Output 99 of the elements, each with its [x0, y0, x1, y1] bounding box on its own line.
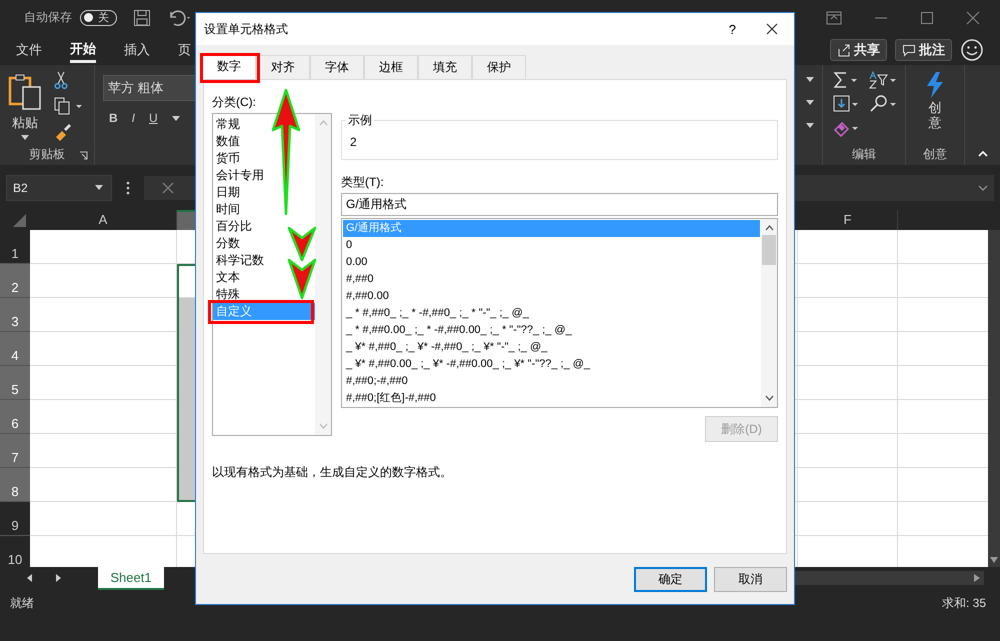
type-item[interactable]: 0.00: [343, 254, 370, 271]
type-item[interactable]: #,##0;-#,##0: [343, 373, 410, 390]
caret-icon[interactable]: [806, 100, 814, 105]
ribbon-display-icon[interactable]: [826, 10, 842, 24]
cancel-button[interactable]: 取消: [714, 567, 787, 592]
cancel-icon[interactable]: [162, 182, 174, 194]
ribbon-tab[interactable]: 页: [178, 35, 191, 65]
sum-text: 求和: 35: [942, 594, 986, 612]
category-item[interactable]: 数值: [213, 133, 242, 150]
dialog-launcher-icon[interactable]: [79, 151, 88, 160]
save-icon[interactable]: [133, 8, 151, 26]
type-item[interactable]: 0: [343, 237, 354, 254]
ribbon-tab[interactable]: 插入: [124, 35, 150, 65]
type-label: 类型(T):: [341, 174, 385, 191]
caret-icon[interactable]: [806, 77, 814, 82]
dialog-tab[interactable]: 字体: [310, 55, 364, 79]
ok-button[interactable]: 确定: [634, 567, 707, 592]
paste-button[interactable]: 粘贴: [0, 65, 50, 143]
row-header[interactable]: 7: [0, 434, 30, 468]
caret-icon[interactable]: [172, 116, 180, 120]
type-item[interactable]: #,##0;[红色]-#,##0: [343, 390, 438, 407]
category-item[interactable]: 常规: [213, 116, 242, 133]
share-icon: [837, 43, 851, 57]
fill-icon[interactable]: [833, 95, 859, 113]
category-item[interactable]: 会计专用: [213, 167, 266, 184]
sample-label: 示例: [346, 112, 374, 129]
scissors-icon[interactable]: [54, 71, 68, 89]
caret-icon[interactable]: [806, 123, 814, 128]
help-button[interactable]: ?: [728, 22, 736, 36]
dialog-tab[interactable]: 边框: [364, 55, 418, 79]
category-item[interactable]: 分数: [213, 235, 242, 252]
eraser-icon[interactable]: [833, 119, 859, 137]
maximize-icon[interactable]: [920, 10, 934, 24]
sample-value: 2: [350, 135, 357, 149]
row-header[interactable]: 4: [0, 332, 30, 366]
row-header[interactable]: 8: [0, 468, 30, 502]
clipboard-icon: [8, 73, 42, 111]
name-box[interactable]: B2: [6, 174, 112, 200]
format-painter-icon[interactable]: [54, 123, 72, 141]
type-item[interactable]: _ * #,##0_ ;_ * -#,##0_ ;_ * "-"_ ;_ @_: [343, 305, 531, 322]
group-label: 创意: [923, 146, 947, 162]
row-header[interactable]: 3: [0, 298, 30, 332]
vertical-scrollbar[interactable]: [988, 230, 1000, 567]
next-sheet-icon[interactable]: [54, 574, 62, 582]
type-item[interactable]: #,##0.00: [343, 288, 391, 305]
previous-sheet-icon[interactable]: [26, 574, 34, 582]
row-header[interactable]: 6: [0, 400, 30, 434]
highlight-frame: [200, 53, 260, 83]
category-item[interactable]: 时间: [213, 201, 242, 218]
ideas-button[interactable]: 创意: [906, 65, 964, 143]
caret-icon: [21, 135, 29, 140]
smiley-icon[interactable]: [960, 38, 984, 62]
format-button[interactable]: I: [132, 111, 136, 125]
description-text: 以现有格式为基础，生成自定义的数字格式。: [212, 464, 453, 481]
sheet-tab[interactable]: Sheet1: [98, 566, 164, 590]
dialog-tab[interactable]: 保护: [472, 55, 526, 79]
type-item[interactable]: _ ¥* #,##0_ ;_ ¥* -#,##0_ ;_ ¥* "-"_ ;_ @_: [343, 339, 550, 356]
row-header[interactable]: 5: [0, 366, 30, 400]
expand-icon[interactable]: [978, 184, 988, 190]
type-item[interactable]: _ * #,##0.00_ ;_ * -#,##0.00_ ;_ * "-"??_ ;_ @_: [343, 322, 574, 339]
share-button[interactable]: 共享: [830, 39, 887, 61]
comment-button[interactable]: 批注: [895, 39, 952, 61]
group-label: 剪贴板: [29, 146, 65, 162]
row-header[interactable]: 2: [0, 264, 30, 298]
ribbon-tab[interactable]: 文件: [16, 35, 42, 65]
dialog-tab[interactable]: 对齐: [256, 55, 310, 79]
autosave-toggle[interactable]: 关: [80, 10, 117, 26]
more-icon[interactable]: [126, 180, 130, 194]
category-item[interactable]: 百分比: [213, 218, 254, 235]
category-item[interactable]: 货币: [213, 150, 242, 167]
lightning-icon: [924, 71, 946, 99]
format-button[interactable]: U: [149, 111, 158, 125]
dialog-title: 设置单元格格式: [204, 20, 289, 38]
scrollbar-thumb[interactable]: [762, 235, 776, 265]
close-icon[interactable]: [766, 23, 778, 35]
scroll-up-icon[interactable]: [764, 225, 774, 231]
category-item[interactable]: 日期: [213, 184, 242, 201]
status-text: 就绪: [10, 594, 34, 612]
collapse-icon[interactable]: [978, 151, 988, 157]
format-button[interactable]: B: [109, 111, 118, 125]
dialog-tab[interactable]: 填充: [418, 55, 472, 79]
caret-icon: [95, 185, 103, 190]
undo-icon[interactable]: [167, 8, 193, 26]
sum-icon[interactable]: [833, 71, 859, 89]
scroll-down-icon[interactable]: [764, 395, 774, 401]
type-item[interactable]: #,##0: [343, 271, 376, 288]
category-item[interactable]: 特殊: [213, 286, 242, 303]
scroll-right-icon[interactable]: [974, 574, 980, 582]
search-icon[interactable]: [869, 95, 897, 113]
category-item[interactable]: 科学记数: [213, 252, 266, 269]
type-field[interactable]: G/通用格式: [341, 193, 778, 216]
type-item[interactable]: _ ¥* #,##0.00_ ;_ ¥* -#,##0.00_ ;_ ¥* "-"??_ ;_ @_: [343, 356, 592, 373]
group-label: 编辑: [852, 146, 876, 162]
comment-icon: [902, 43, 916, 57]
copy-icon[interactable]: [54, 97, 82, 115]
category-item[interactable]: 文本: [213, 269, 242, 286]
scroll-down-icon[interactable]: [990, 556, 998, 563]
autosave-label: 自动保存: [24, 9, 72, 26]
sort-filter-icon[interactable]: [869, 71, 897, 89]
